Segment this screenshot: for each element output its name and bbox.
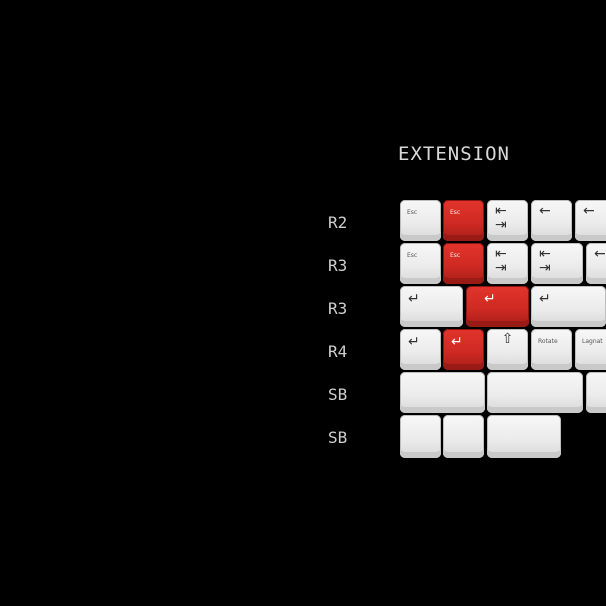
enter-icon: ↵ (484, 291, 496, 307)
keycap-enter: ↵ (400, 329, 441, 370)
tab-icon: ⇤ ⇥ (539, 246, 551, 276)
row-label-r4: R4 (328, 342, 348, 361)
keycap-enter-red: ↵ (466, 286, 529, 327)
backspace-arrow-icon: ← (594, 246, 606, 262)
keycap-enter-wide: ↵ (400, 286, 463, 327)
backspace-arrow-icon: ← (539, 203, 551, 219)
keycap-esc: Esc (400, 243, 441, 284)
keycap-spacebar (487, 372, 583, 413)
keycap-legend: Lagnat (582, 338, 603, 345)
enter-icon: ↵ (451, 334, 463, 350)
section-title: EXTENSION (398, 143, 510, 165)
enter-icon: ↵ (539, 291, 551, 307)
keycap-shift: ⇧ (487, 329, 528, 370)
keycap-esc-red: Esc (443, 243, 484, 284)
keycap-tab: ⇤ ⇥ (487, 243, 528, 284)
keycap-spacebar-partial (586, 372, 606, 413)
keycap-partial: Lagnat (575, 329, 606, 370)
keycap-enter-wide: ↵ (531, 286, 606, 327)
keycap-tab: ⇤ ⇥ (487, 200, 528, 241)
keycap-modifier (443, 415, 484, 458)
keycap-tab-wide: ⇤ ⇥ (531, 243, 583, 284)
row-label-sb-a: SB (328, 385, 348, 404)
keycap-legend: Esc (450, 252, 461, 259)
keycap-esc: Esc (400, 200, 441, 241)
shift-up-icon: ⇧ (501, 331, 514, 347)
keycap-legend: Esc (407, 209, 418, 216)
keycap-backspace: ← (531, 200, 572, 241)
enter-icon: ↵ (408, 291, 420, 307)
keycap-esc-red: Esc (443, 200, 484, 241)
backspace-arrow-icon: ← (583, 203, 595, 219)
keycap-backspace-partial: ← (586, 243, 606, 284)
tab-icon: ⇤ ⇥ (495, 203, 507, 233)
row-label-sb-b: SB (328, 428, 348, 447)
keycap-rotate: Rotate (531, 329, 572, 370)
keycap-enter-red: ↵ (443, 329, 484, 370)
keycap-spacebar (400, 372, 485, 413)
keycap-backspace-partial: ← (575, 200, 606, 241)
keycap-legend: Esc (407, 252, 418, 259)
keycap-legend: Esc (450, 209, 461, 216)
row-label-r2: R2 (328, 213, 348, 232)
keycap-spacebar-short (487, 415, 561, 458)
keycap-layout-canvas: EXTENSION R2 R3 R3 R4 SB SB Esc Esc ⇤ ⇥ ←… (0, 0, 606, 606)
enter-icon: ↵ (408, 334, 420, 350)
keycap-legend: Rotate (538, 338, 558, 345)
tab-icon: ⇤ ⇥ (495, 246, 507, 276)
row-label-r3-b: R3 (328, 299, 348, 318)
keycap-modifier (400, 415, 441, 458)
row-label-r3-a: R3 (328, 256, 348, 275)
